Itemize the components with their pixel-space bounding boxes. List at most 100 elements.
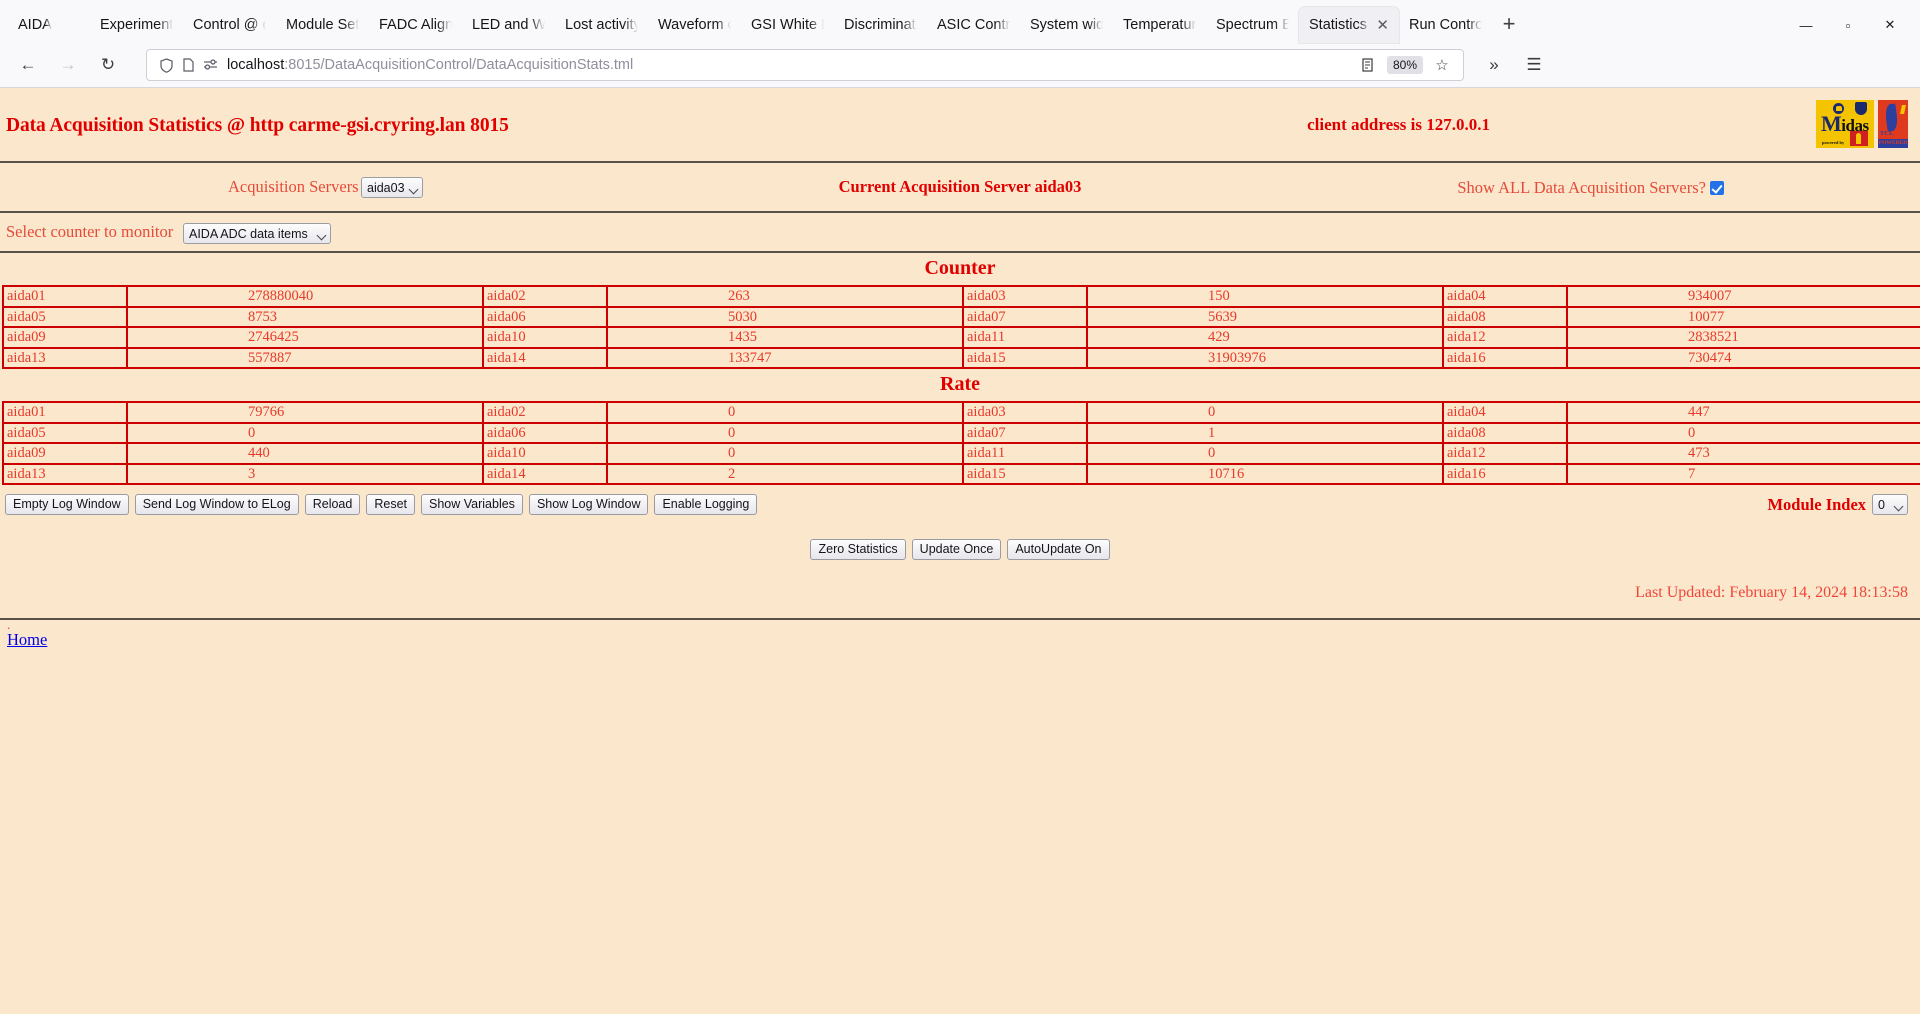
overflow-chevron-icon[interactable]: »	[1476, 49, 1512, 82]
autoupdate-on-button[interactable]: AutoUpdate On	[1007, 539, 1110, 560]
rate-section-heading: Rate	[940, 373, 980, 395]
reload-button[interactable]: Reload	[304, 494, 361, 515]
counter-name: aida12	[1442, 326, 1568, 349]
close-icon[interactable]: ✕	[1376, 18, 1389, 33]
rate-value: 0	[1086, 401, 1444, 424]
browser-tab-statistics-active[interactable]: Statistics @ ✕	[1299, 7, 1399, 43]
reader-view-icon[interactable]	[1355, 52, 1381, 78]
tab-strip: AIDA Experiment C Control @ ca Module Se…	[0, 0, 1920, 43]
browser-tab-8[interactable]: GSI White Ra	[741, 7, 834, 43]
browser-tab-10[interactable]: ASIC Control	[927, 7, 1020, 43]
reload-icon[interactable]: ↻	[90, 49, 126, 82]
close-window-icon[interactable]: ✕	[1870, 8, 1910, 42]
rate-name: aida08	[1442, 421, 1568, 444]
enable-logging-button[interactable]: Enable Logging	[654, 494, 758, 515]
bookmark-star-icon[interactable]: ☆	[1429, 52, 1455, 78]
browser-tab-0[interactable]: AIDA	[4, 7, 90, 43]
counter-name: aida11	[962, 326, 1088, 349]
logo-group: Midas powered by TCL POWERED	[1816, 100, 1908, 148]
module-index-group: Module Index 0	[1767, 494, 1908, 515]
acquisition-servers-select[interactable]: aida03	[361, 177, 423, 198]
new-tab-button[interactable]: +	[1492, 7, 1526, 41]
browser-tab-1[interactable]: Experiment C	[90, 7, 183, 43]
rate-name: aida16	[1442, 462, 1568, 485]
tcl-wordmark: TCL	[1880, 131, 1894, 137]
rate-value-text: 2	[728, 465, 736, 482]
browser-tab-15[interactable]: Run Control (	[1399, 7, 1492, 43]
counter-name: aida01	[2, 285, 128, 308]
show-all-servers-checkbox[interactable]	[1710, 181, 1724, 195]
browser-tab-6[interactable]: Lost activity r	[555, 7, 648, 43]
counter-value: 730474	[1566, 346, 1920, 369]
counter-value: 31903976	[1086, 346, 1444, 369]
browser-tab-9[interactable]: Discriminator	[834, 7, 927, 43]
acquisition-servers-label: Acquisition Servers	[228, 177, 359, 196]
rate-name: aida09	[2, 442, 128, 465]
url-text[interactable]: localhost:8015/DataAcquisitionControl/Da…	[227, 57, 1355, 73]
minimize-icon[interactable]: —	[1786, 8, 1826, 42]
forward-icon[interactable]: →	[50, 49, 86, 82]
url-bar[interactable]: localhost:8015/DataAcquisitionControl/Da…	[146, 49, 1464, 81]
tab-label: System wide	[1030, 17, 1103, 33]
midas-subtext: powered by	[1822, 140, 1845, 145]
browser-tab-5[interactable]: LED and Wav	[462, 7, 555, 43]
browser-tab-4[interactable]: FADC Align &	[369, 7, 462, 43]
counter-value: 429	[1086, 326, 1444, 349]
window-controls: — ▫ ✕	[1786, 7, 1916, 43]
browser-tab-2[interactable]: Control @ ca	[183, 7, 276, 43]
counter-name: aida13	[2, 346, 128, 369]
zero-statistics-button[interactable]: Zero Statistics	[810, 539, 906, 560]
reset-button[interactable]: Reset	[366, 494, 415, 515]
rate-name: aida05	[2, 421, 128, 444]
update-once-button[interactable]: Update Once	[911, 539, 1002, 560]
log-buttons-group: Empty Log Window Send Log Window to ELog…	[5, 494, 758, 515]
zoom-level-badge[interactable]: 80%	[1386, 56, 1423, 74]
home-link[interactable]: Home	[0, 630, 47, 650]
back-icon[interactable]: ←	[10, 49, 46, 82]
page-header: Data Acquisition Statistics @ http carme…	[0, 88, 1920, 161]
tab-label: Run Control (	[1409, 17, 1482, 33]
counter-value-text: 934007	[1688, 288, 1732, 304]
current-acquisition-server-text: Current Acquisition Server aida03	[838, 177, 1082, 196]
rate-name: aida06	[482, 421, 608, 444]
counter-value-text: 5030	[728, 308, 757, 325]
browser-tab-13[interactable]: Spectrum Bro	[1206, 7, 1299, 43]
app-menu-icon[interactable]: ☰	[1516, 49, 1552, 82]
counter-name: aida06	[482, 305, 608, 328]
table-row: aida09 2746425 aida10 1435 aida11 429 ai…	[2, 326, 1920, 349]
rate-name: aida14	[482, 462, 608, 485]
rate-value: 0	[606, 401, 964, 424]
rate-value: 0	[1086, 442, 1444, 465]
empty-log-window-button[interactable]: Empty Log Window	[5, 494, 129, 515]
browser-tab-11[interactable]: System wide	[1020, 7, 1113, 43]
rate-name: aida02	[482, 401, 608, 424]
counter-value: 10077	[1566, 305, 1920, 328]
counter-name: aida16	[1442, 346, 1568, 369]
maximize-icon[interactable]: ▫	[1828, 8, 1868, 42]
browser-tab-7[interactable]: Waveform ca	[648, 7, 741, 43]
client-address-text: client address is 127.0.0.1	[1307, 115, 1490, 134]
shield-icon[interactable]	[155, 54, 177, 76]
counter-value: 133747	[606, 346, 964, 369]
counter-table: aida01 278880040 aida02 263 aida03 150 a…	[2, 285, 1920, 369]
page-info-icon[interactable]	[177, 54, 199, 76]
browser-tab-12[interactable]: Temperature	[1113, 7, 1206, 43]
rate-value-text: 1	[1208, 424, 1216, 441]
show-variables-button[interactable]: Show Variables	[421, 494, 523, 515]
counter-value: 557887	[126, 346, 484, 369]
counter-value-text: 1435	[728, 329, 757, 345]
show-log-window-button[interactable]: Show Log Window	[528, 494, 649, 515]
browser-tab-3[interactable]: Module Setti	[276, 7, 369, 43]
module-index-select[interactable]: 0	[1872, 494, 1908, 515]
tab-label: LED and Wav	[472, 17, 545, 33]
tcl-logo-icon: TCL POWERED	[1878, 100, 1908, 148]
permissions-icon[interactable]	[199, 54, 221, 76]
send-log-window-elog-button[interactable]: Send Log Window to ELog	[134, 494, 299, 515]
table-row: aida05 8753 aida06 5030 aida07 5639 aida…	[2, 305, 1920, 328]
counter-select[interactable]: AIDA ADC data items	[183, 223, 331, 244]
counter-name: aida07	[962, 305, 1088, 328]
browser-chrome: AIDA Experiment C Control @ ca Module Se…	[0, 0, 1920, 88]
tab-label: Lost activity r	[565, 17, 638, 33]
rate-value: 3	[126, 462, 484, 485]
counter-value-text: 10077	[1688, 308, 1725, 325]
